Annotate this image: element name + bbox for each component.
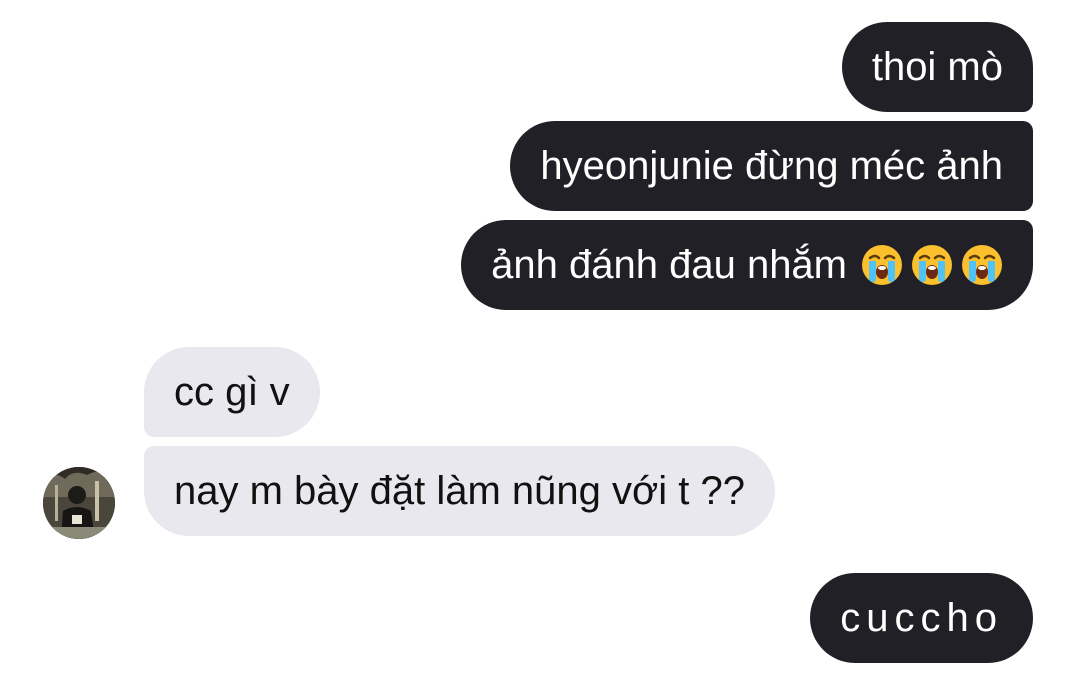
outgoing-message[interactable]: hyeonjunie đừng méc ảnh — [510, 121, 1033, 211]
loudly-crying-face-icon — [912, 245, 952, 285]
outgoing-message[interactable]: thoi mò — [841, 22, 1033, 112]
message-text: cc gì v — [174, 370, 290, 414]
incoming-message[interactable]: nay m bày đặt làm nũng với t ?? — [144, 446, 775, 536]
emoji-group — [847, 243, 1003, 287]
message-text: cuccho — [840, 596, 1003, 640]
avatar-photo — [43, 467, 115, 539]
message-text: nay m bày đặt làm nũng với t ?? — [174, 469, 745, 513]
message-text: thoi mò — [871, 45, 1003, 89]
message-text: hyeonjunie đừng méc ảnh — [540, 144, 1003, 188]
outgoing-message[interactable]: ảnh đánh đau nhắm — [461, 220, 1033, 310]
outgoing-message[interactable]: cuccho — [810, 573, 1033, 663]
avatar[interactable] — [43, 467, 115, 539]
loudly-crying-face-icon — [962, 245, 1002, 285]
incoming-message[interactable]: cc gì v — [144, 347, 320, 437]
loudly-crying-face-icon — [862, 245, 902, 285]
message-text: ảnh đánh đau nhắm — [491, 243, 847, 287]
